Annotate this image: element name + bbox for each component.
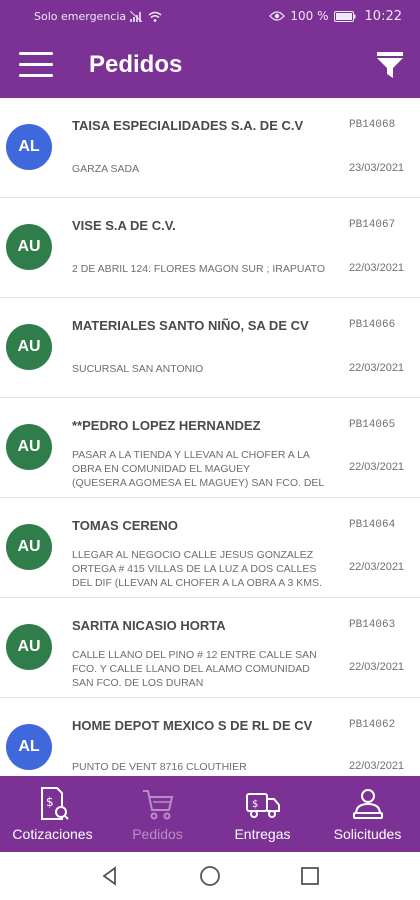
order-date: 22/03/2021 — [349, 561, 405, 573]
address-line: FCO. Y CALLE LLANO DEL ALAMO COMUNIDAD — [72, 663, 310, 675]
nav-cotizaciones[interactable]: $ Cotizaciones — [0, 776, 105, 852]
avatar: AL — [6, 124, 52, 170]
client-name: HOME DEPOT MEXICO S DE RL DE CV — [72, 718, 313, 733]
eye-icon — [269, 11, 286, 21]
delivery-address: SUCURSAL SAN ANTONIO — [72, 362, 338, 376]
order-row[interactable]: AU VISE S.A DE C.V. PB14067 2 DE ABRIL 1… — [0, 198, 420, 298]
delivery-address: PUNTO DE VENT 8716 CLOUTHIER — [72, 760, 338, 774]
carrier-text: Solo emergencia — [34, 9, 127, 23]
address-line: PASAR A LA TIENDA Y LLEVAN AL CHOFER A L… — [72, 449, 310, 461]
order-code: PB14064 — [349, 519, 396, 531]
client-name: TAISA ESPECIALIDADES S.A. DE C.V — [72, 118, 304, 133]
orders-list[interactable]: AL TAISA ESPECIALIDADES S.A. DE C.V PB14… — [0, 98, 420, 776]
recents-button[interactable] — [295, 861, 325, 891]
system-navigation-bar — [0, 852, 420, 900]
delivery-address: GARZA SADA — [72, 162, 338, 176]
client-name: **PEDRO LOPEZ HERNANDEZ — [72, 418, 261, 433]
order-date: 22/03/2021 — [349, 760, 405, 772]
address-line: ORTEGA # 415 VILLAS DE LA LUZ A DOS CALL… — [72, 563, 317, 575]
avatar: AU — [6, 224, 52, 270]
address-line: PUNTO DE VENT 8716 CLOUTHIER — [72, 761, 247, 773]
order-date: 22/03/2021 — [349, 461, 405, 473]
order-code: PB14062 — [349, 719, 396, 731]
order-row[interactable]: AL HOME DEPOT MEXICO S DE RL DE CV PB140… — [0, 698, 420, 776]
address-line: LLEGAR AL NEGOCIO CALLE JESUS GONZALEZ — [72, 549, 314, 561]
order-date: 22/03/2021 — [349, 262, 405, 274]
address-line: OBRA EN COMUNIDAD EL MAGUEY — [72, 463, 251, 475]
page-title: Pedidos — [89, 51, 183, 78]
avatar: AU — [6, 324, 52, 370]
avatar: AU — [6, 524, 52, 570]
nav-label: Entregas — [234, 826, 291, 842]
order-date: 22/03/2021 — [349, 661, 405, 673]
status-left: Solo emergencia — [34, 10, 162, 23]
app-bar: Pedidos — [0, 32, 420, 98]
menu-button[interactable] — [19, 52, 55, 78]
home-button[interactable] — [195, 861, 225, 891]
order-code: PB14065 — [349, 419, 396, 431]
status-bar: Solo emergencia 100 % 10:22 — [0, 0, 420, 32]
nav-solicitudes[interactable]: Solicitudes — [315, 776, 420, 852]
avatar: AU — [6, 624, 52, 670]
order-code: PB14068 — [349, 119, 396, 131]
client-name: SARITA NICASIO HORTA — [72, 618, 226, 633]
clock: 10:22 — [364, 8, 402, 24]
delivery-address: CALLE LLANO DEL PINO # 12 ENTRE CALLE SA… — [72, 648, 338, 690]
address-line: GARZA SADA — [72, 163, 140, 175]
address-line: SAN FCO. DE LOS DURAN — [72, 677, 204, 689]
recents-square-icon — [301, 867, 319, 885]
client-name: VISE S.A DE C.V. — [72, 218, 176, 233]
avatar: AU — [6, 424, 52, 470]
order-date: 23/03/2021 — [349, 162, 405, 174]
address-line: SUCURSAL SAN ANTONIO — [72, 363, 204, 375]
order-row[interactable]: AU TOMAS CERENO PB14064 LLEGAR AL NEGOCI… — [0, 498, 420, 598]
address-line: (QUESERA AGOMESA EL MAGUEY) SAN FCO. DEL — [72, 477, 325, 489]
bottom-navigation: $ Cotizaciones Pedidos $ Entregas Solici… — [0, 776, 420, 852]
wifi-icon — [148, 11, 162, 22]
back-button[interactable] — [95, 861, 125, 891]
address-line: DEL DIF (LLEVAN AL CHOFER A LA OBRA A 3 … — [72, 577, 322, 589]
nav-label: Solicitudes — [333, 826, 402, 842]
signal-icon — [130, 10, 143, 22]
delivery-address: 2 DE ABRIL 124: FLORES MAGON SUR ; IRAPU… — [72, 262, 338, 276]
nav-label: Pedidos — [132, 826, 183, 842]
menu-icon — [19, 52, 53, 55]
order-row[interactable]: AU MATERIALES SANTO NIÑO, SA DE CV PB140… — [0, 298, 420, 398]
menu-icon-bar — [19, 63, 53, 66]
filter-icon[interactable] — [374, 49, 406, 81]
client-name: MATERIALES SANTO NIÑO, SA DE CV — [72, 318, 309, 333]
address-line: 2 DE ABRIL 124: FLORES MAGON SUR ; IRAPU… — [72, 263, 326, 275]
back-triangle-icon — [102, 866, 116, 886]
avatar: AL — [6, 724, 52, 770]
order-row[interactable]: AL TAISA ESPECIALIDADES S.A. DE C.V PB14… — [0, 98, 420, 198]
order-date: 22/03/2021 — [349, 362, 405, 374]
order-row[interactable]: AU SARITA NICASIO HORTA PB14063 CALLE LL… — [0, 598, 420, 698]
battery-icon — [333, 10, 356, 22]
delivery-truck-icon: $ — [245, 793, 280, 818]
nav-pedidos[interactable]: Pedidos — [105, 776, 210, 852]
quote-document-icon: $ — [40, 787, 69, 820]
delivery-address: LLEGAR AL NEGOCIO CALLE JESUS GONZALEZ O… — [72, 548, 338, 590]
client-name: TOMAS CERENO — [72, 518, 178, 533]
menu-icon-bar — [19, 74, 53, 77]
order-code: PB14066 — [349, 319, 396, 331]
svg-text:$: $ — [46, 795, 54, 809]
delivery-address: PASAR A LA TIENDA Y LLEVAN AL CHOFER A L… — [72, 448, 338, 490]
cart-icon — [142, 790, 173, 820]
order-row[interactable]: AU **PEDRO LOPEZ HERNANDEZ PB14065 PASAR… — [0, 398, 420, 498]
status-right: 100 % 10:22 — [269, 9, 402, 24]
address-line: CALLE LLANO DEL PINO # 12 ENTRE CALLE SA… — [72, 649, 317, 661]
order-code: PB14063 — [349, 619, 396, 631]
home-circle-icon — [200, 866, 220, 886]
battery-percent: 100 % — [290, 9, 329, 23]
svg-text:$: $ — [252, 799, 258, 810]
nav-entregas[interactable]: $ Entregas — [210, 776, 315, 852]
user-request-icon — [352, 789, 383, 819]
order-code: PB14067 — [349, 219, 396, 231]
nav-label: Cotizaciones — [12, 826, 93, 842]
